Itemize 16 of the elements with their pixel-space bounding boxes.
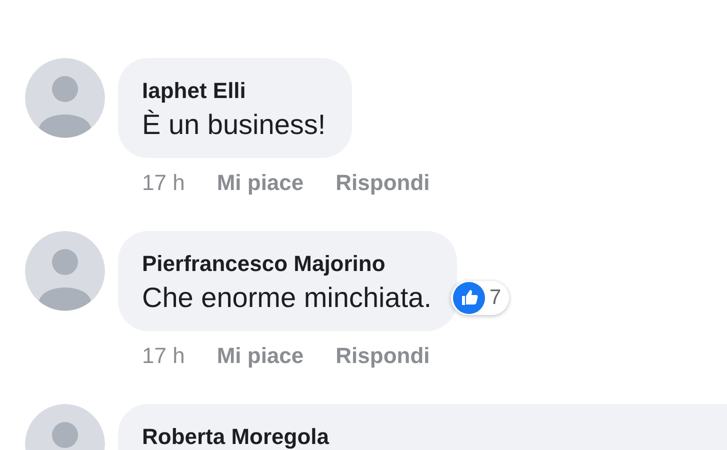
timestamp: 17 h <box>142 169 185 197</box>
comment-text: È un business! <box>142 108 326 142</box>
comment-text: Che enorme minchiata. <box>142 281 432 315</box>
like-link[interactable]: Mi piace <box>216 339 304 372</box>
reply-link[interactable]: Rispondi <box>336 166 430 199</box>
like-link[interactable]: Mi piace <box>216 166 304 199</box>
avatar[interactable] <box>25 58 105 138</box>
timestamp: 17 h <box>142 342 185 370</box>
author-name[interactable]: Pierfrancesco Majorino <box>142 249 432 279</box>
reaction-count: 7 <box>489 285 502 312</box>
reaction-badge[interactable]: 7 <box>451 281 510 315</box>
thumbs-up-icon <box>453 282 486 314</box>
author-name[interactable]: Roberta Moregola <box>142 422 727 450</box>
avatar[interactable] <box>25 231 105 311</box>
author-name[interactable]: Iaphet Elli <box>142 76 326 106</box>
reply-link[interactable]: Rispondi <box>336 339 430 372</box>
